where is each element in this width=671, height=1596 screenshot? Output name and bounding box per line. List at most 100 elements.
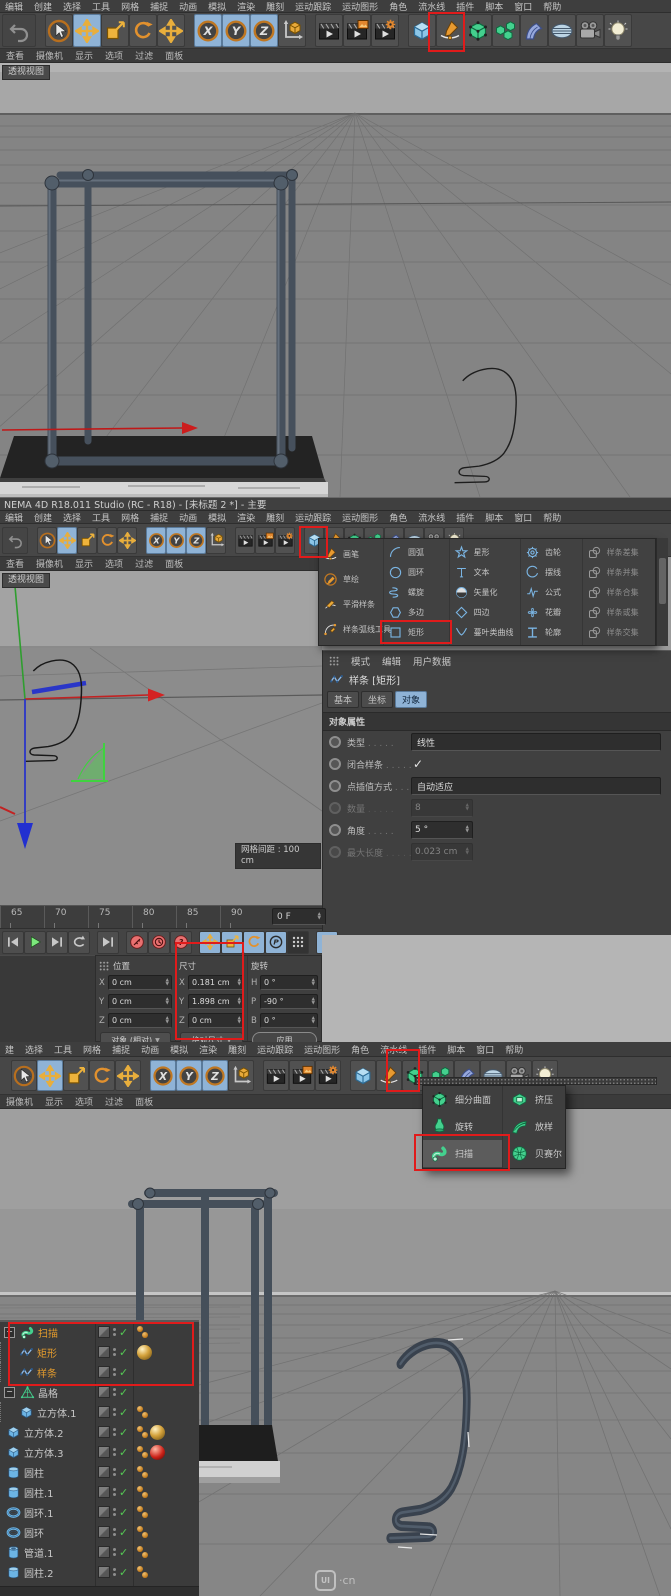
transport-button[interactable]: [243, 931, 265, 954]
attribute-dropdown[interactable]: 线性: [411, 733, 661, 751]
toolbar-button[interactable]: Z: [186, 527, 206, 554]
visibility-dots-icon[interactable]: [113, 1488, 116, 1496]
menu-item[interactable]: 建: [5, 1043, 14, 1056]
keyframe-bullet-icon[interactable]: [329, 802, 341, 814]
attribute-spinner[interactable]: 8▲▼: [411, 799, 473, 817]
toolbar-button[interactable]: [263, 1060, 289, 1091]
toolbar-button[interactable]: Y: [176, 1060, 202, 1091]
enabled-check-icon[interactable]: ✓: [119, 1386, 128, 1399]
viewport-menu-item[interactable]: 摄像机: [6, 1095, 33, 1108]
flyout-item[interactable]: 样条弧线工具: [319, 617, 383, 642]
menu-item[interactable]: 渲染: [199, 1043, 217, 1056]
menu-item[interactable]: 渲染: [237, 0, 255, 13]
transport-button[interactable]: [221, 931, 243, 954]
object-row[interactable]: − 扫描 ✓: [0, 1322, 199, 1342]
attribute-section-header[interactable]: 对象属性: [323, 712, 671, 731]
toolbar-button[interactable]: [408, 14, 436, 47]
attribute-dropdown[interactable]: 自动适应: [411, 777, 661, 795]
transport-button[interactable]: [126, 931, 148, 954]
toolbar-button[interactable]: [376, 1060, 402, 1091]
enabled-check-icon[interactable]: ✓: [119, 1406, 128, 1419]
menu-item[interactable]: 运动图形: [342, 0, 378, 13]
flyout-item[interactable]: 花瓣: [521, 602, 582, 622]
viewport-menu-item[interactable]: 面板: [165, 557, 183, 570]
toolbar-button[interactable]: [77, 527, 97, 554]
flyout-item[interactable]: 矩形: [384, 622, 449, 642]
toolbar-button[interactable]: [255, 527, 275, 554]
attribute-row[interactable]: 最大长度 0.023 cm 0.023 cm▲▼ ✓: [323, 841, 671, 863]
toolbar-button[interactable]: [275, 527, 295, 554]
attribute-row[interactable]: 类型 线性 线性▲▼ ✓: [323, 731, 671, 753]
material-red-icon[interactable]: [150, 1445, 165, 1460]
visibility-dots-icon[interactable]: [113, 1448, 116, 1456]
menu-item[interactable]: 运动图形: [342, 511, 378, 524]
tag-dots-icon[interactable]: [137, 1506, 149, 1519]
viewport-perspective-middle[interactable]: 透视视图 网格间距 : 100 cm: [0, 571, 322, 905]
menu-item[interactable]: 选择: [63, 0, 81, 13]
flyout-item[interactable]: 圆弧: [384, 542, 449, 562]
menu-item[interactable]: 插件: [456, 0, 474, 13]
object-name[interactable]: 晶格: [38, 1385, 58, 1400]
menu-item[interactable]: 脚本: [485, 511, 503, 524]
layer-swatch-icon[interactable]: [98, 1386, 110, 1398]
menu-item[interactable]: 帮助: [543, 0, 561, 13]
menu-item[interactable]: 雕刻: [266, 0, 284, 13]
viewport-perspective-top[interactable]: 透视视图: [0, 63, 671, 497]
object-row[interactable]: − 立方体.2 ✓: [0, 1422, 199, 1442]
toolbar-button[interactable]: [2, 14, 36, 47]
visibility-dots-icon[interactable]: [113, 1468, 116, 1476]
transport-button[interactable]: [46, 931, 68, 954]
viewport-menu-item[interactable]: 面板: [165, 49, 183, 62]
keyframe-bullet-icon[interactable]: [329, 846, 341, 858]
toolbar-button[interactable]: [520, 14, 548, 47]
attribute-menu-item[interactable]: 用户数据: [413, 654, 451, 668]
flyout-item[interactable]: 轮廓: [521, 622, 582, 642]
toolbar-button[interactable]: [157, 14, 185, 47]
layer-swatch-icon[interactable]: [98, 1506, 110, 1518]
flyout-item[interactable]: 文本: [450, 562, 520, 582]
object-name[interactable]: 圆柱.2: [24, 1565, 54, 1580]
menu-item[interactable]: 工具: [92, 0, 110, 13]
menu-item[interactable]: 编辑: [5, 0, 23, 13]
generator-menu-item[interactable]: 细分曲面: [423, 1086, 502, 1113]
transport-button[interactable]: [97, 931, 119, 954]
spinner-arrows-icon[interactable]: ▲▼: [318, 913, 321, 921]
visibility-dots-icon[interactable]: [113, 1388, 116, 1396]
toolbar-button[interactable]: [350, 1060, 376, 1091]
generator-menu-item[interactable]: 放样: [503, 1113, 565, 1140]
position-x-field[interactable]: 0 cm▲▼: [108, 975, 172, 990]
object-manager-scrollbar[interactable]: [0, 1586, 199, 1596]
menu-item[interactable]: 编辑: [5, 511, 23, 524]
visibility-dots-icon[interactable]: [113, 1428, 116, 1436]
material-gold-icon[interactable]: [137, 1345, 152, 1360]
flyout-item[interactable]: 画笔: [319, 542, 383, 567]
menu-item[interactable]: 脚本: [447, 1043, 465, 1056]
menu-item[interactable]: 动画: [179, 511, 197, 524]
menu-item[interactable]: 模拟: [170, 1043, 188, 1056]
object-name[interactable]: 立方体.1: [37, 1405, 77, 1420]
object-row[interactable]: − 圆柱.2 ✓: [0, 1562, 199, 1582]
object-row[interactable]: − 立方体.1 ✓: [0, 1402, 199, 1422]
attribute-row[interactable]: 角度 5 ° 5 °▲▼ ✓: [323, 819, 671, 841]
toolbar-button[interactable]: [464, 14, 492, 47]
viewport-menu-item[interactable]: 过滤: [135, 49, 153, 62]
tag-dots-icon[interactable]: [137, 1526, 149, 1539]
viewport-menu-item[interactable]: 选项: [105, 49, 123, 62]
viewport-menu-item[interactable]: 显示: [75, 49, 93, 62]
menu-item[interactable]: 捕捉: [150, 0, 168, 13]
viewport-menu-item[interactable]: 选项: [75, 1095, 93, 1108]
flyout-item[interactable]: 平滑样条: [319, 592, 383, 617]
toolbar-button[interactable]: [289, 1060, 315, 1091]
flyout-item[interactable]: 草绘: [319, 567, 383, 592]
menu-item[interactable]: 运动跟踪: [295, 0, 331, 13]
menu-item[interactable]: 动画: [141, 1043, 159, 1056]
object-name[interactable]: 立方体.2: [24, 1425, 64, 1440]
transport-button[interactable]: [68, 931, 90, 954]
attribute-spinner[interactable]: 5 °▲▼: [411, 821, 473, 839]
attribute-tab[interactable]: 坐标: [361, 691, 393, 708]
attribute-menu-item[interactable]: 编辑: [382, 654, 401, 668]
tag-dots-icon[interactable]: [137, 1486, 149, 1499]
viewport-menu-item[interactable]: 显示: [45, 1095, 63, 1108]
transport-button[interactable]: P: [265, 931, 287, 954]
enabled-check-icon[interactable]: ✓: [119, 1466, 128, 1479]
